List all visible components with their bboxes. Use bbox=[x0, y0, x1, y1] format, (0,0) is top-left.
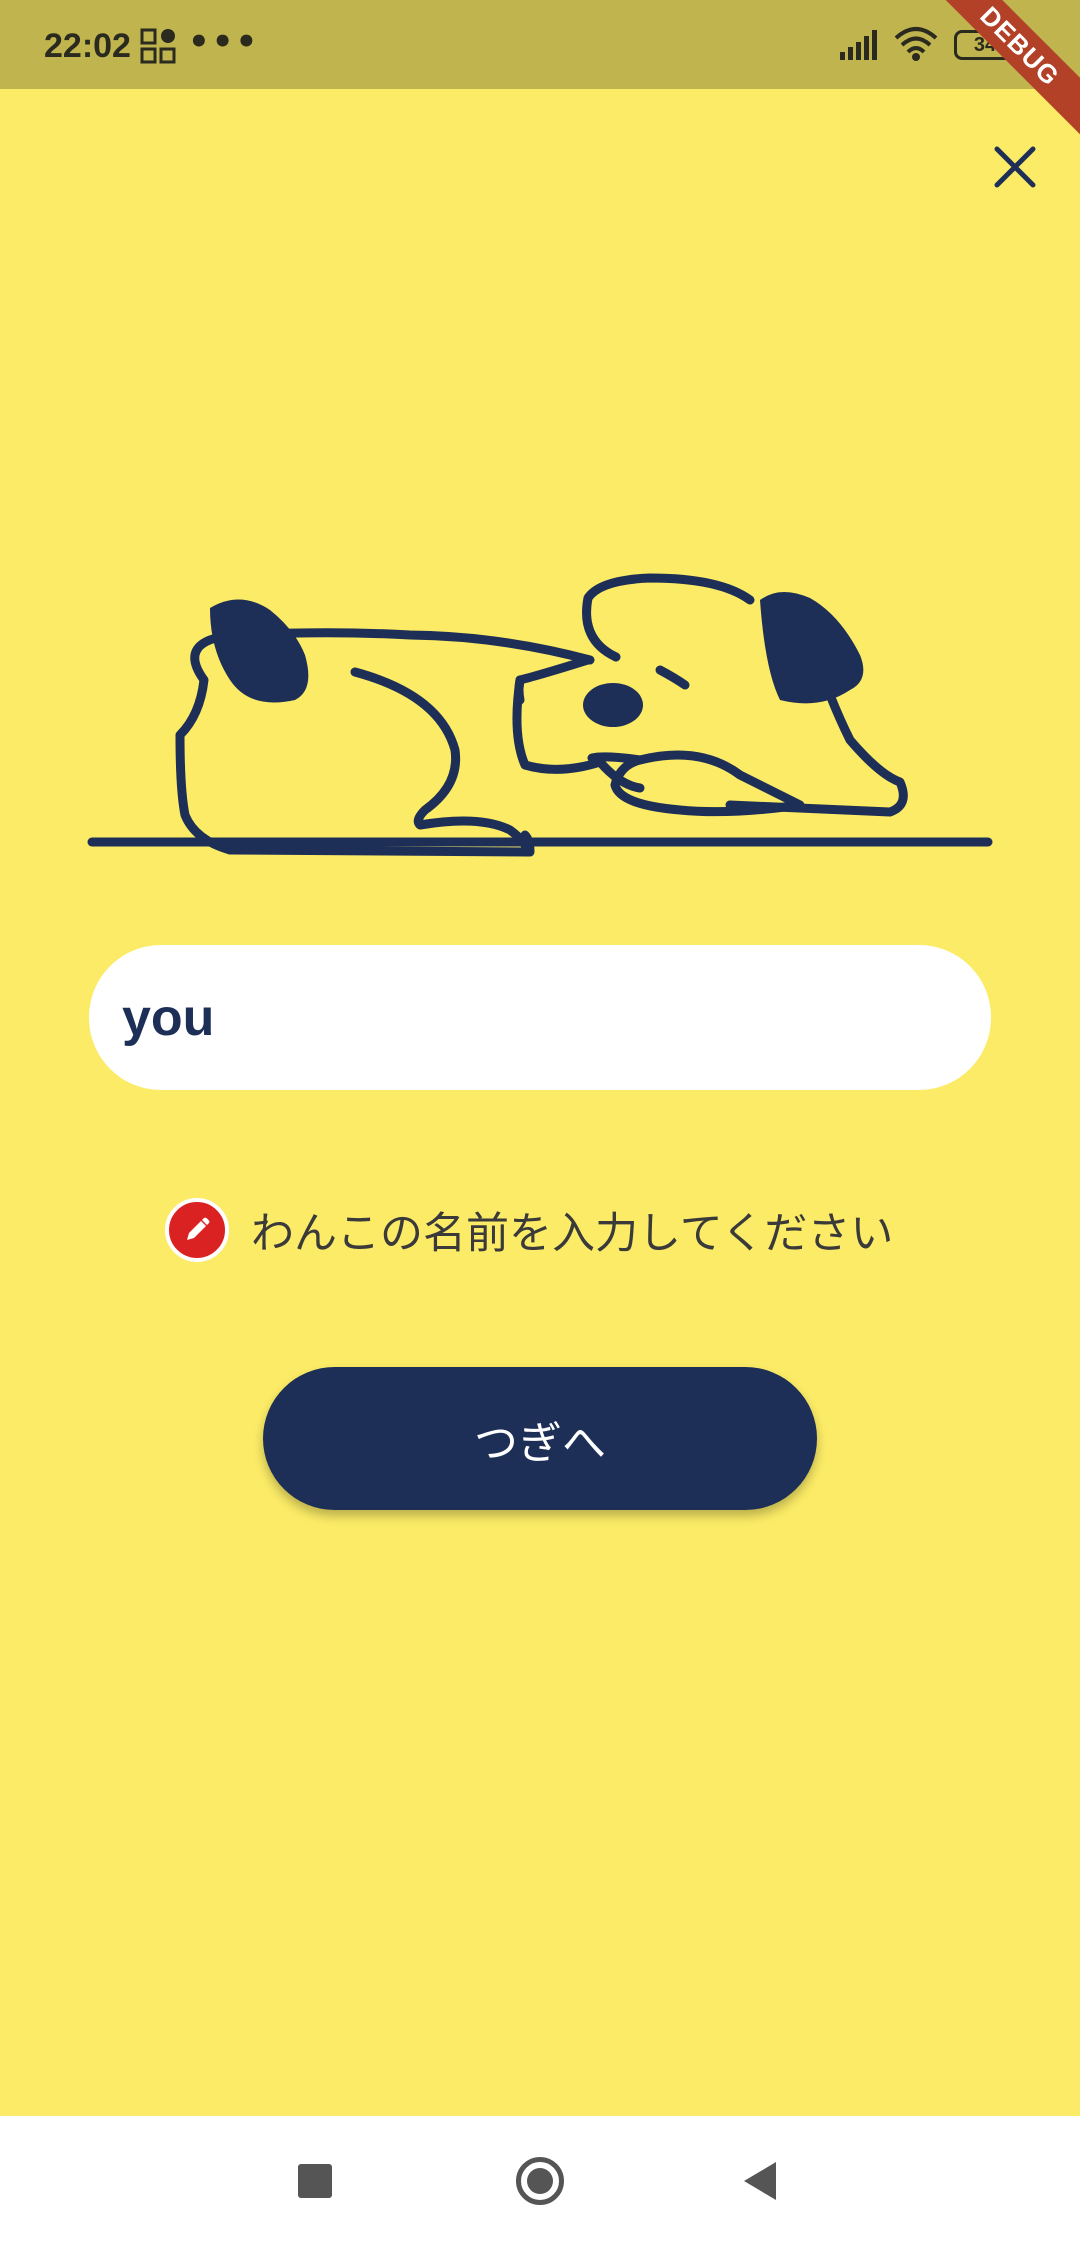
more-notifications-icon: ••• bbox=[188, 22, 260, 62]
close-icon bbox=[994, 146, 1036, 188]
status-time: 22:02 bbox=[44, 27, 131, 65]
pencil-icon bbox=[165, 1198, 229, 1262]
sleeping-dog-illustration bbox=[80, 560, 1000, 884]
back-icon[interactable] bbox=[742, 2160, 778, 2206]
sleeping-dog-icon bbox=[87, 573, 993, 857]
home-icon[interactable] bbox=[516, 2157, 564, 2205]
hint-text: わんこの名前を入力してください bbox=[251, 1209, 894, 1259]
status-bar: 22:02 ••• 34 bbox=[0, 0, 1080, 89]
wifi-icon bbox=[893, 26, 939, 66]
signal-icon bbox=[838, 28, 882, 66]
grid-app-icon bbox=[140, 28, 178, 70]
close-button[interactable] bbox=[985, 137, 1045, 197]
name-hint: わんこの名前を入力してください bbox=[165, 1195, 925, 1265]
recents-icon[interactable] bbox=[298, 2164, 332, 2198]
next-button[interactable]: つぎへ bbox=[263, 1367, 817, 1510]
system-nav-bar bbox=[0, 2116, 1080, 2246]
dog-name-input-value: you bbox=[122, 988, 215, 1047]
dog-name-input[interactable]: you bbox=[89, 945, 991, 1090]
